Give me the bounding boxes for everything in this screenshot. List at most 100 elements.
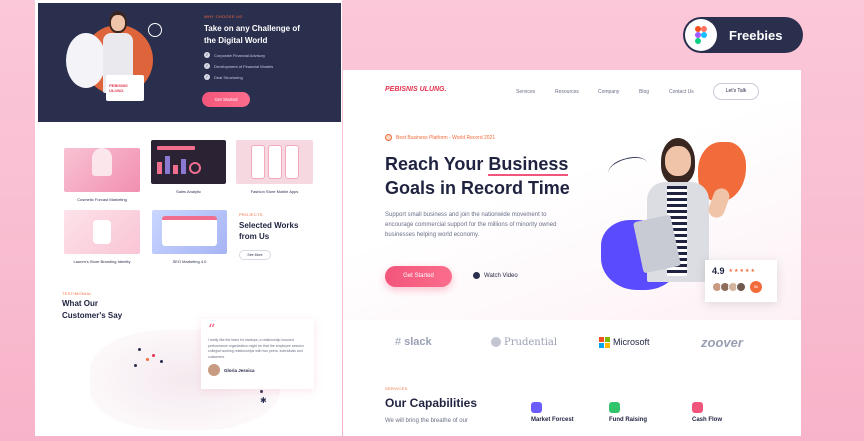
check-item: ✓ Development of Financial Models bbox=[204, 63, 334, 69]
brand-microsoft: Microsoft bbox=[599, 336, 650, 348]
hero-get-started-main[interactable]: Get Started bbox=[385, 266, 452, 287]
testimonial-card: “ I really like the team for startups, a… bbox=[201, 319, 314, 389]
nav-links: Services Resources Company Blog Contact … bbox=[516, 89, 709, 95]
projects-eyebrow: PROJECTS bbox=[239, 212, 263, 217]
testimonial-eyebrow: TESTIMONIAL bbox=[62, 291, 92, 296]
portfolio-label: Fashion Store Mobile Apps bbox=[250, 189, 299, 194]
avatar bbox=[736, 282, 746, 292]
gear-icon: ✱ bbox=[260, 396, 267, 405]
hero-title-line2: the Digital World bbox=[204, 36, 268, 45]
lets-talk-button[interactable]: Let's Talk bbox=[713, 83, 759, 100]
rating-card: 4.9 ★★★★★ 5k bbox=[705, 260, 777, 302]
avatar-stack: 5k bbox=[712, 281, 770, 293]
portfolio-card[interactable]: Fashion Store Mobile Apps bbox=[236, 140, 313, 194]
hero-title: Take on any Challenge of the Digital Wor… bbox=[204, 23, 334, 47]
testimonial-quote: I really like the team for startups, a r… bbox=[208, 338, 304, 359]
prudential-icon bbox=[491, 337, 501, 347]
capabilities-eyebrow: SERVICES bbox=[385, 386, 408, 391]
portfolio-thumb bbox=[236, 140, 313, 184]
check-item: ✓ Deal Structuring bbox=[204, 74, 334, 80]
check-label: Development of Financial Models bbox=[214, 63, 274, 69]
check-label: Corporate Financial Advisory bbox=[214, 52, 266, 58]
capabilities-title: Our Capabilities bbox=[385, 396, 478, 410]
watch-video-label: Watch Video bbox=[484, 272, 518, 279]
portfolio-card[interactable]: SEO Marketing 4.0 bbox=[152, 210, 227, 264]
projects-title-line1: Selected Works bbox=[239, 221, 299, 230]
projects-title: Selected Works from Us bbox=[239, 220, 329, 242]
projects-title-line2: from Us bbox=[239, 232, 270, 241]
freebies-label: Freebies bbox=[729, 27, 783, 43]
capability-cash-flow[interactable]: Cash Flow bbox=[692, 402, 722, 423]
wallet-icon bbox=[692, 402, 703, 413]
brand-bar: # slack Prudential Microsoft zoover bbox=[343, 322, 801, 362]
chart-icon bbox=[531, 402, 542, 413]
nav-contact[interactable]: Contact Us bbox=[669, 89, 709, 95]
hero-headline: Reach Your Business Goals in Record Time bbox=[385, 152, 605, 200]
portfolio-thumb bbox=[151, 140, 226, 184]
check-label: Deal Structuring bbox=[214, 74, 243, 80]
left-page-preview: PEBISNIS ULUNG. WHY CHOOSE US Take on an… bbox=[35, 0, 342, 436]
award-icon bbox=[385, 134, 392, 141]
see-more-button[interactable]: See More bbox=[239, 250, 271, 260]
check-icon: ✓ bbox=[204, 74, 210, 80]
rating-stars: ★★★★★ bbox=[728, 268, 756, 274]
check-icon: ✓ bbox=[204, 52, 210, 58]
headline-highlight: Business bbox=[488, 154, 569, 176]
figma-icon bbox=[685, 19, 717, 51]
author-name: Gloria Jessica bbox=[224, 367, 255, 373]
portfolio-label: Lauren's Store Branding Identity bbox=[73, 259, 131, 264]
box-label: PEBISNIS ULUNG. bbox=[109, 83, 128, 93]
portfolio-card[interactable]: Lauren's Store Branding Identity bbox=[64, 210, 140, 264]
testimonial-title-line2: Customer's Say bbox=[62, 311, 123, 320]
brand-zoover: zoover bbox=[701, 334, 743, 350]
play-icon bbox=[473, 272, 480, 279]
hero-title-line1: Take on any Challenge of bbox=[204, 24, 300, 33]
portfolio-label: Cosmetic Forcast Marketing bbox=[77, 197, 127, 202]
brand-prudential: Prudential bbox=[491, 337, 557, 348]
capability-fund-raising[interactable]: Fund Raising bbox=[609, 402, 647, 423]
capability-label: Fund Raising bbox=[609, 417, 647, 423]
hero-get-started-button[interactable]: Get Started bbox=[202, 92, 250, 107]
nav-company[interactable]: Company bbox=[598, 89, 639, 95]
check-icon: ✓ bbox=[204, 63, 210, 69]
nav-blog[interactable]: Blog bbox=[639, 89, 669, 95]
nav-resources[interactable]: Resources bbox=[555, 89, 598, 95]
headline-part: Reach Your bbox=[385, 154, 489, 174]
portfolio-thumb bbox=[64, 210, 140, 254]
hero-dark-section: PEBISNIS ULUNG. WHY CHOOSE US Take on an… bbox=[38, 3, 341, 122]
testimonial-title-line1: What Our bbox=[62, 299, 98, 308]
nav-services[interactable]: Services bbox=[516, 89, 555, 95]
hero-body: Support small business and join the nati… bbox=[385, 212, 557, 238]
capability-market-forcest[interactable]: Market Forcest bbox=[531, 402, 574, 423]
brand-label: Prudential bbox=[504, 336, 558, 348]
check-list: ✓ Corporate Financial Advisory ✓ Developme… bbox=[204, 52, 334, 80]
testimonial-title: What Our Customer's Say bbox=[62, 298, 172, 322]
rating-more-badge: 5k bbox=[750, 281, 762, 293]
microsoft-icon bbox=[599, 336, 610, 348]
brand-label: Microsoft bbox=[613, 337, 650, 347]
money-icon bbox=[609, 402, 620, 413]
capabilities-heading: SERVICES Our Capabilities We will bring … bbox=[385, 386, 525, 424]
testimonial-heading: TESTIMONIAL What Our Customer's Say bbox=[62, 291, 172, 322]
portfolio-card[interactable]: Sales Analytic bbox=[151, 140, 226, 194]
site-logo[interactable]: PEBISNIS ULUNG. bbox=[385, 86, 446, 93]
check-item: ✓ Corporate Financial Advisory bbox=[204, 52, 334, 58]
brand-slack: # slack bbox=[395, 336, 432, 348]
freebies-badge[interactable]: Freebies bbox=[683, 17, 803, 53]
tagline: Best Business Platform - World Record 20… bbox=[385, 134, 495, 141]
projects-block: PROJECTS Selected Works from Us See More bbox=[239, 212, 329, 260]
watch-video-link[interactable]: Watch Video bbox=[473, 272, 518, 279]
portfolio-card[interactable]: Cosmetic Forcast Marketing bbox=[64, 140, 140, 202]
capability-label: Market Forcest bbox=[531, 417, 574, 423]
slack-icon: # bbox=[395, 336, 402, 348]
hero-eyebrow: WHY CHOOSE US bbox=[204, 14, 243, 19]
portfolio-thumb bbox=[152, 210, 227, 254]
portfolio-label: SEO Marketing 4.0 bbox=[172, 259, 207, 264]
capability-label: Cash Flow bbox=[692, 417, 723, 423]
portfolio-thumb bbox=[64, 148, 140, 192]
quote-icon: “ bbox=[208, 322, 216, 338]
tagline-text: Best Business Platform - World Record 20… bbox=[396, 134, 496, 141]
author-avatar bbox=[208, 364, 220, 376]
brand-label: slack bbox=[404, 336, 432, 348]
right-page-preview: PEBISNIS ULUNG. Services Resources Compa… bbox=[343, 70, 801, 436]
